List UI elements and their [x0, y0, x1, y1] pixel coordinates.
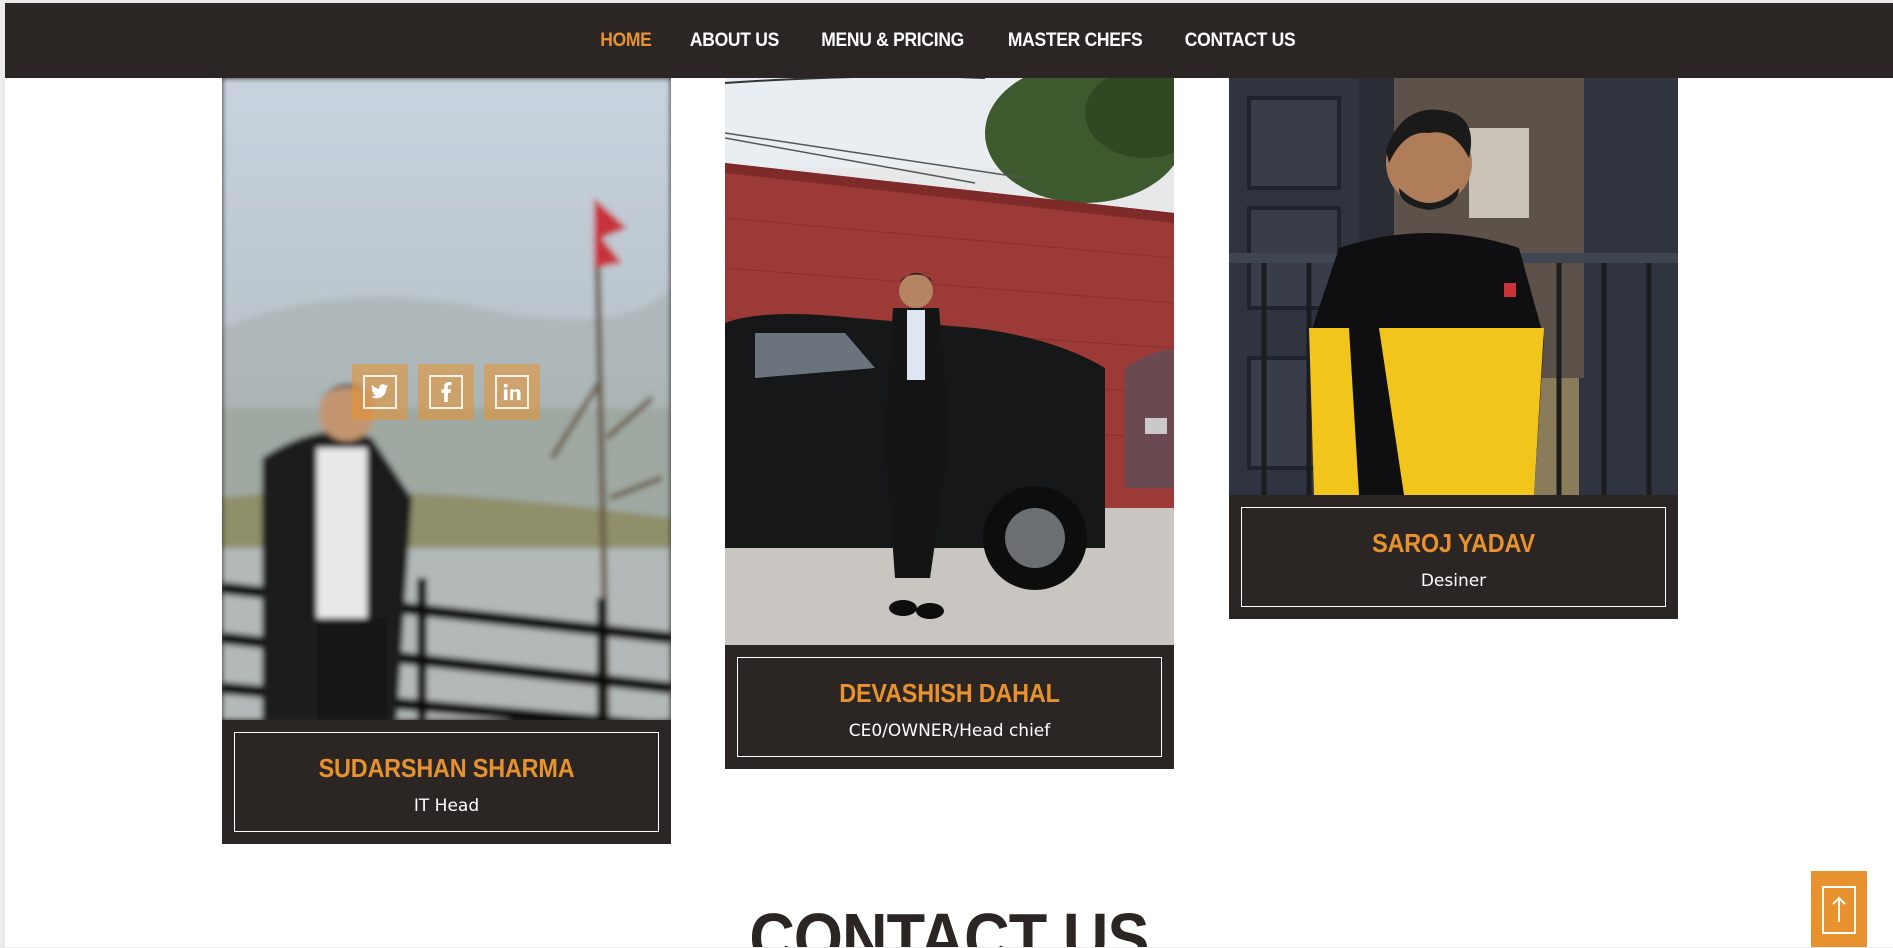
top-navbar: HOME ABOUT US MENU & PRICING MASTER CHEF… [5, 3, 1893, 78]
nav-contact-us[interactable]: CONTACT US [1185, 30, 1296, 52]
nav-about-us[interactable]: ABOUT US [690, 30, 779, 52]
facebook-button[interactable] [418, 364, 474, 420]
team-photo-devashish [725, 78, 1174, 645]
team-member-role: CE0/OWNER/Head chief [848, 721, 1051, 741]
contact-section-heading: CONTACT US [749, 899, 1149, 947]
nav-master-chefs[interactable]: MASTER CHEFS [1008, 30, 1143, 52]
facebook-icon [429, 375, 463, 409]
twitter-icon [363, 375, 397, 409]
back-to-top-button[interactable] [1811, 871, 1867, 947]
team-member-name: SAROJ YADAV [1372, 528, 1535, 558]
page: HOME ABOUT US MENU & PRICING MASTER CHEF… [5, 3, 1893, 947]
team-caption: DEVASHISH DAHAL CE0/OWNER/Head chief [737, 657, 1162, 757]
social-links [352, 364, 540, 420]
linkedin-icon [495, 375, 529, 409]
team-member-name: DEVASHISH DAHAL [839, 678, 1060, 708]
team-caption: SAROJ YADAV Desiner [1241, 507, 1666, 607]
team-card-saroj: SAROJ YADAV Desiner [1229, 78, 1678, 619]
team-member-name: SUDARSHAN SHARMA [318, 753, 575, 783]
team-member-role: IT Head [413, 796, 480, 816]
team-card-sudarshan: SUDARSHAN SHARMA IT Head [222, 78, 671, 844]
team-caption: SUDARSHAN SHARMA IT Head [234, 732, 659, 832]
team-member-role: Desiner [1420, 571, 1487, 591]
nav-menu-pricing[interactable]: MENU & PRICING [821, 30, 964, 52]
nav-home[interactable]: HOME [600, 30, 652, 52]
twitter-button[interactable] [352, 364, 408, 420]
team-card-devashish: DEVASHISH DAHAL CE0/OWNER/Head chief [725, 78, 1174, 769]
linkedin-button[interactable] [484, 364, 540, 420]
arrow-up-icon [1822, 886, 1856, 934]
team-photo-saroj [1229, 78, 1678, 495]
